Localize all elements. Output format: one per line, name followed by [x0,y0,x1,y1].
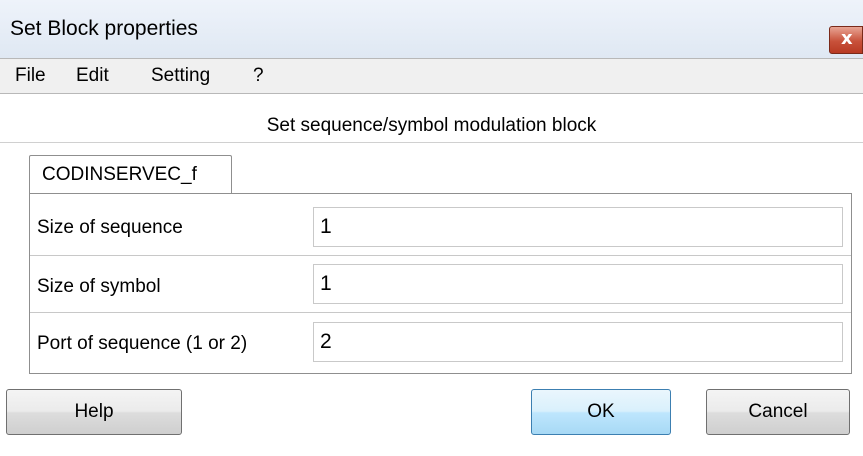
title-bar[interactable]: Set Block properties x [0,0,863,58]
menu-bar: File Edit Setting ? [0,58,863,94]
menu-help[interactable]: ? [253,65,264,87]
menu-edit[interactable]: Edit [76,65,109,87]
size-of-symbol-label: Size of symbol [37,276,161,297]
close-button[interactable]: x [829,26,863,54]
size-of-sequence-label: Size of sequence [37,217,183,238]
dialog-window: Set Block properties x File Edit Setting… [0,0,863,456]
row-divider [30,255,851,256]
heading-divider [0,142,863,143]
port-of-sequence-input[interactable] [313,322,843,362]
dialog-heading: Set sequence/symbol modulation block [266,115,597,136]
row-divider [30,312,851,313]
help-button[interactable]: Help [6,389,182,435]
size-of-sequence-input[interactable] [313,207,843,247]
menu-setting[interactable]: Setting [151,65,210,87]
window-title: Set Block properties [10,17,198,40]
cancel-button[interactable]: Cancel [706,389,850,435]
tab-label: CODINSERVEC_f [42,164,197,185]
ok-button[interactable]: OK [531,389,671,435]
menu-file[interactable]: File [15,65,46,87]
port-of-sequence-label: Port of sequence (1 or 2) [37,333,248,354]
close-icon: x [841,28,853,49]
tab-codinservec-f[interactable]: CODINSERVEC_f [29,155,232,194]
size-of-symbol-input[interactable] [313,264,843,304]
